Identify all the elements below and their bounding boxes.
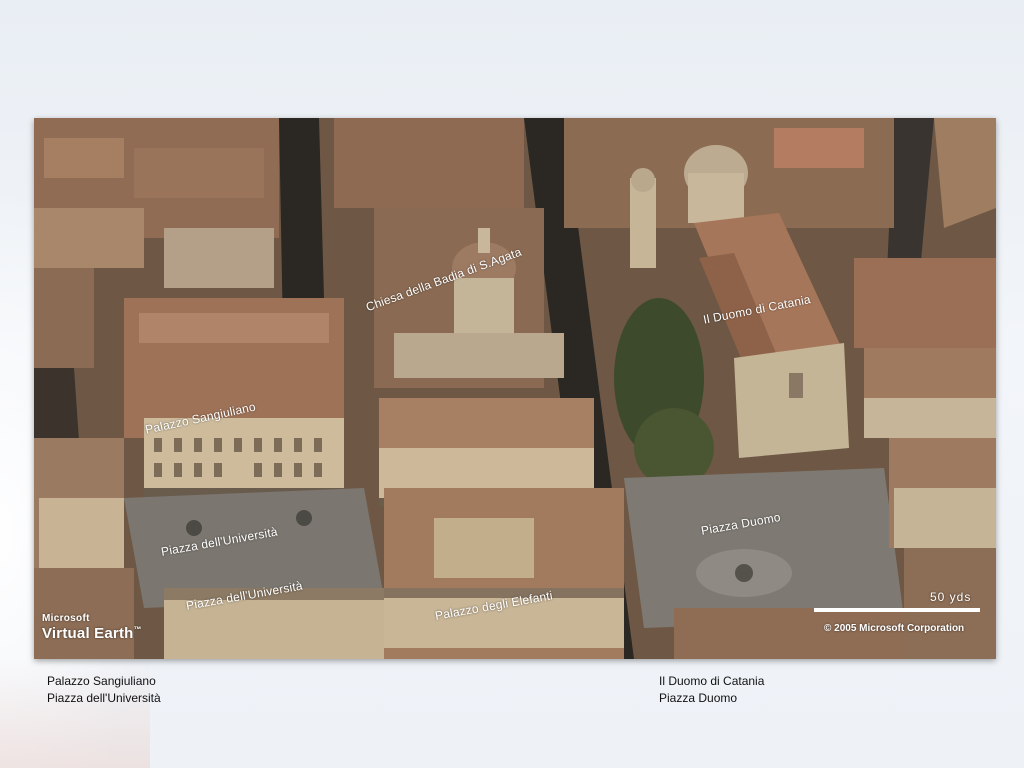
aerial-map-image: Chiesa della Badia di S.Agata Il Duomo d…: [34, 118, 996, 659]
scale-label: 50 yds: [930, 590, 972, 604]
scale-bar: [814, 608, 980, 612]
caption-right-line-1: Il Duomo di Catania: [659, 674, 765, 688]
caption-left: Palazzo Sangiuliano Piazza dell'Universi…: [47, 673, 161, 707]
copyright-text: © 2005 Microsoft Corporation: [824, 623, 965, 634]
logo-main-text: Virtual Earth: [42, 625, 134, 642]
logo-microsoft-text: Microsoft: [42, 613, 90, 624]
logo-trademark: ™: [133, 625, 142, 634]
caption-left-line-2: Piazza dell'Università: [47, 691, 161, 705]
virtual-earth-logo: Microsoft Virtual Earth™: [42, 613, 142, 642]
caption-left-line-1: Palazzo Sangiuliano: [47, 674, 156, 688]
caption-right: Il Duomo di Catania Piazza Duomo: [659, 673, 764, 707]
logo-virtual-earth-text: Virtual Earth™: [42, 625, 142, 642]
caption-right-line-2: Piazza Duomo: [659, 691, 738, 705]
aerial-map-drawing: [34, 118, 996, 659]
